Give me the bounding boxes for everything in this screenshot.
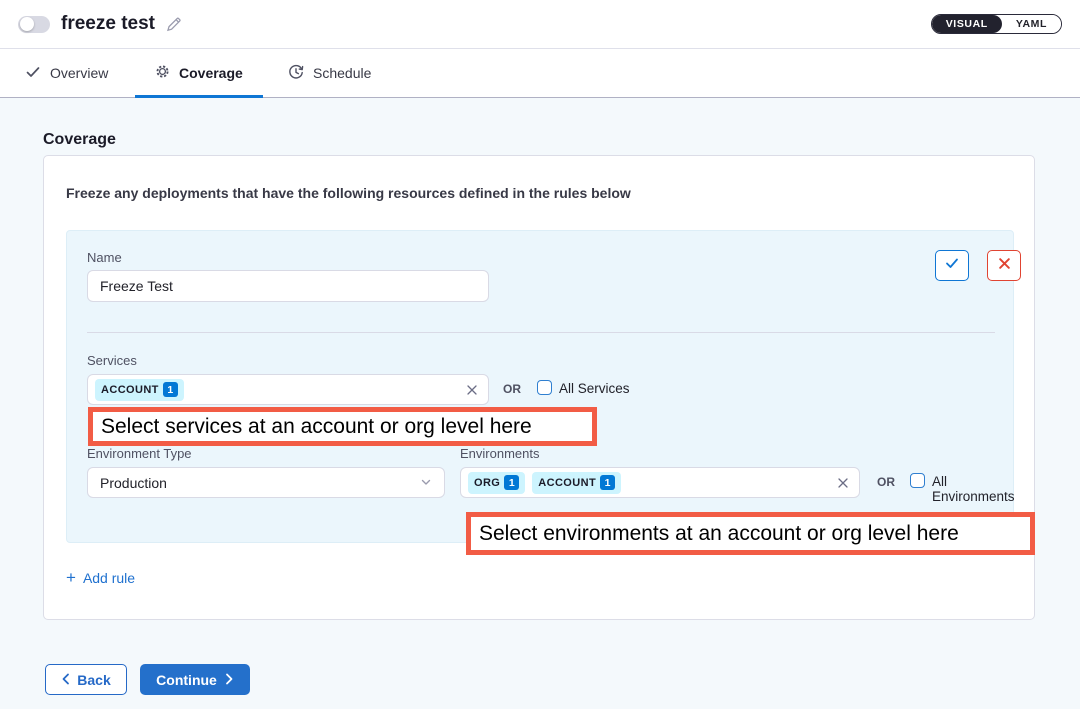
environment-type-label: Environment Type — [87, 446, 192, 461]
continue-button[interactable]: Continue — [140, 664, 250, 695]
freeze-enabled-toggle[interactable] — [18, 16, 50, 33]
toggle-knob — [20, 17, 34, 31]
divider — [87, 332, 995, 333]
tag-label: ACCOUNT — [538, 477, 596, 489]
schedule-clock-icon — [288, 64, 304, 83]
environments-multiselect[interactable]: ORG 1 ACCOUNT 1 — [460, 467, 860, 498]
check-icon — [944, 255, 960, 276]
environments-annotation-callout: Select environments at an account or org… — [466, 512, 1035, 555]
rule-panel: Name Services ACCOUNT 1 OR All Services … — [66, 230, 1014, 543]
services-multiselect[interactable]: ACCOUNT 1 — [87, 374, 489, 405]
clear-environments-icon[interactable] — [837, 477, 849, 489]
tag-count-badge: 1 — [163, 382, 178, 397]
environment-type-value: Production — [100, 475, 420, 491]
close-icon — [998, 257, 1011, 275]
name-input[interactable] — [87, 270, 489, 302]
card-description: Freeze any deployments that have the fol… — [66, 185, 631, 201]
yaml-mode-button[interactable]: YAML — [1002, 15, 1061, 33]
tag-count-badge: 1 — [600, 475, 615, 490]
add-rule-label: Add rule — [83, 570, 135, 586]
tab-coverage[interactable]: Coverage — [135, 49, 263, 97]
edit-pencil-icon[interactable] — [165, 16, 182, 33]
environment-tag-org[interactable]: ORG 1 — [468, 472, 525, 494]
all-environments-label: All Environments — [932, 474, 1015, 504]
cancel-rule-button[interactable] — [987, 250, 1021, 281]
chevron-down-icon — [420, 475, 432, 491]
tab-bar: Overview Coverage Schedule — [0, 49, 1080, 98]
tab-overview-label: Overview — [50, 65, 108, 81]
tab-coverage-label: Coverage — [179, 65, 243, 81]
service-tag-account[interactable]: ACCOUNT 1 — [95, 379, 184, 401]
services-annotation-callout: Select services at an account or org lev… — [88, 407, 597, 446]
plus-icon: + — [66, 571, 76, 585]
confirm-rule-button[interactable] — [935, 250, 969, 281]
chevron-left-icon — [61, 672, 70, 688]
all-services-checkbox[interactable] — [537, 380, 552, 395]
check-icon — [25, 64, 41, 83]
tag-label: ACCOUNT — [101, 384, 159, 396]
services-tags: ACCOUNT 1 — [95, 379, 458, 401]
clear-services-icon[interactable] — [466, 384, 478, 396]
tab-schedule-label: Schedule — [313, 65, 371, 81]
environment-type-select[interactable]: Production — [87, 467, 445, 498]
gear-icon — [155, 64, 170, 82]
tag-count-badge: 1 — [504, 475, 519, 490]
visual-yaml-toggle: VISUAL YAML — [931, 14, 1062, 34]
all-services-label: All Services — [559, 381, 630, 396]
tab-schedule[interactable]: Schedule — [268, 49, 391, 97]
or-separator: OR — [503, 382, 521, 396]
environments-tags: ORG 1 ACCOUNT 1 — [468, 472, 829, 494]
back-button[interactable]: Back — [45, 664, 127, 695]
services-label: Services — [87, 353, 137, 368]
visual-mode-button[interactable]: VISUAL — [932, 15, 1002, 33]
tab-overview[interactable]: Overview — [25, 49, 108, 97]
environments-label: Environments — [460, 446, 539, 461]
freeze-title: freeze test — [61, 13, 155, 35]
all-environments-checkbox[interactable] — [910, 473, 925, 488]
header-bar: freeze test VISUAL YAML — [0, 0, 1080, 49]
tag-label: ORG — [474, 477, 500, 489]
chevron-right-icon — [225, 672, 234, 688]
name-label: Name — [87, 250, 122, 265]
add-rule-button[interactable]: + Add rule — [66, 570, 135, 586]
page-heading: Coverage — [43, 131, 116, 149]
continue-label: Continue — [156, 672, 217, 688]
environment-tag-account[interactable]: ACCOUNT 1 — [532, 472, 621, 494]
back-label: Back — [77, 672, 110, 688]
or-separator: OR — [877, 475, 895, 489]
